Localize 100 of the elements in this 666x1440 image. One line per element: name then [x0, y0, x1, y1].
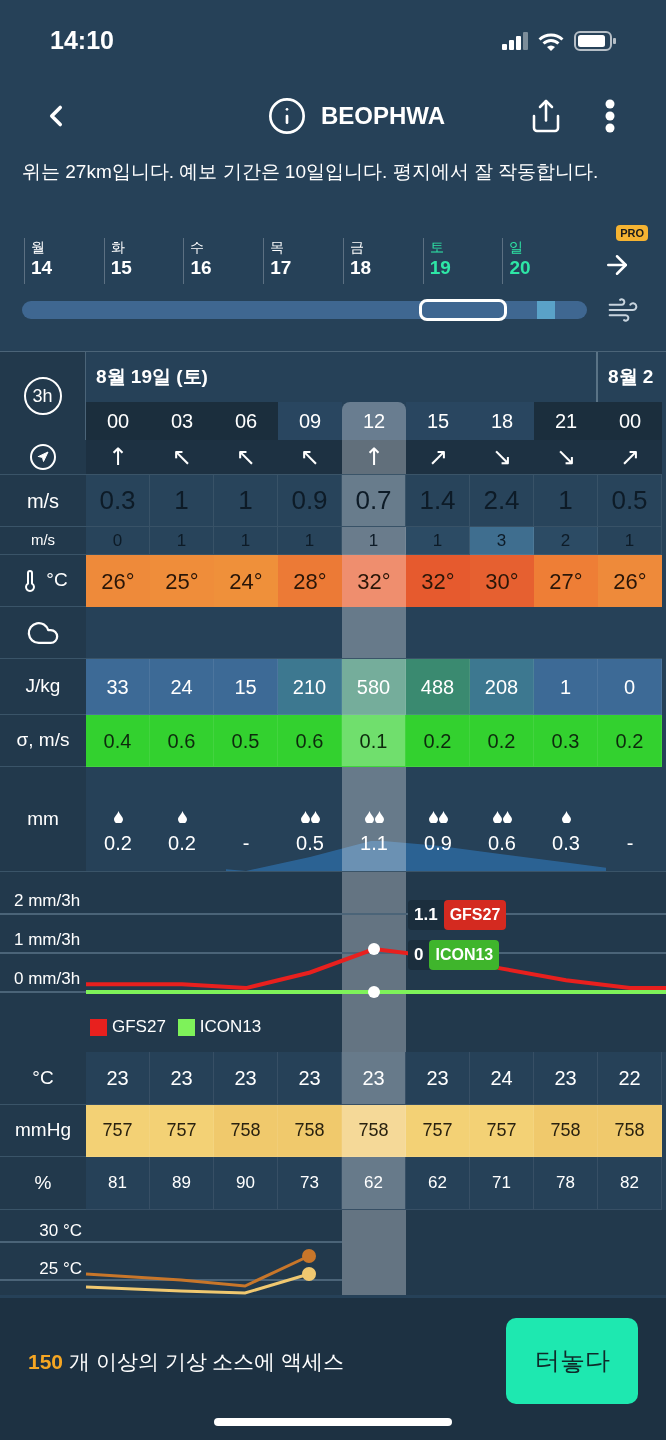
table-cell: 23 [86, 1052, 150, 1105]
table-cell: 73 [278, 1157, 342, 1210]
table-cell: 0.6 [278, 715, 342, 767]
table-cell: 0.2 [598, 715, 662, 767]
table-cell: 0.1 [342, 715, 406, 767]
table-cell: 758 [278, 1105, 342, 1157]
precipitation-value: 0.2 [104, 833, 132, 853]
raindrops-icon [492, 811, 512, 823]
status-time: 14:10 [50, 25, 114, 57]
table-cell: 757 [86, 1105, 150, 1157]
table-cell: 81 [86, 1157, 150, 1210]
axis-tick-label: 2 mm/3h [14, 892, 81, 909]
table-cell: 758 [534, 1105, 598, 1157]
compass-icon [30, 444, 56, 470]
interval-button[interactable]: 3h [23, 377, 62, 415]
raindrop-icon [177, 811, 187, 823]
axis-tick-label: 0 mm/3h [14, 970, 81, 987]
legend-label: GFS27 [112, 1016, 166, 1039]
row-unit-label: mmHg [15, 1118, 71, 1143]
table-cell: 1 [342, 527, 406, 555]
table-cell: 757 [150, 1105, 214, 1157]
row-unit-label: °C [46, 568, 68, 593]
raindrop-icon [113, 811, 123, 823]
table-cell: 1 [534, 659, 598, 715]
table-cell: 22 [598, 1052, 662, 1105]
pro-badge: PRO [616, 225, 648, 241]
table-cell: 1 [406, 527, 470, 555]
hour-cell[interactable]: 00 [598, 402, 662, 440]
table-cell: 2 [534, 527, 598, 555]
timeline-window[interactable] [418, 299, 507, 321]
table-cell: 78 [534, 1157, 598, 1210]
table-cell: 0.2 [406, 715, 470, 767]
table-cell: 488 [406, 659, 470, 715]
table-cell: 0 [598, 659, 662, 715]
table-cell: 90 [214, 1157, 278, 1210]
table-cell: 0.2 [470, 715, 534, 767]
hour-cell[interactable]: 15 [406, 402, 470, 440]
row-unit-label: % [34, 1170, 52, 1195]
precipitation-value: 0.9 [424, 833, 452, 853]
day-tab[interactable]: 일 20 [502, 238, 583, 284]
hour-cell[interactable]: 06 [214, 402, 278, 440]
table-cell: 3 [470, 527, 534, 555]
row-unit-label: σ, m/s [16, 728, 70, 753]
table-cell: 71 [470, 1157, 534, 1210]
day-tab[interactable]: 수 16 [183, 238, 264, 284]
table-cell: 32° [342, 555, 406, 607]
day-tab[interactable]: 월 14 [24, 238, 104, 284]
day-tab[interactable]: 금 18 [342, 238, 423, 284]
table-cell: 757 [406, 1105, 470, 1157]
table-cell: 23 [342, 1052, 406, 1105]
precipitation-value: - [626, 833, 634, 853]
table-cell: 26° [86, 555, 150, 607]
raindrops-icon [300, 811, 320, 823]
table-cell: 82 [598, 1157, 662, 1210]
precipitation-value: 0.3 [552, 833, 580, 853]
model-tag: GFS27 [443, 900, 507, 930]
wifi-icon [538, 31, 564, 51]
date-label: 8월 19일 (토) [96, 364, 208, 389]
precipitation-value: 0.2 [168, 833, 196, 853]
precipitation-value: - [242, 833, 250, 853]
info-icon[interactable] [267, 96, 307, 136]
timeline-track[interactable] [22, 301, 587, 319]
table-cell: 23 [278, 1052, 342, 1105]
table-cell: 758 [598, 1105, 662, 1157]
precipitation-value: 0.5 [296, 833, 324, 853]
row-unit-label: mm [27, 806, 59, 831]
unlock-button[interactable]: 터놓다 [506, 1318, 638, 1404]
tooltip-value: 1.1 [413, 904, 439, 927]
hour-cell[interactable]: 03 [150, 402, 214, 440]
day-tab[interactable]: 화 15 [103, 238, 184, 284]
table-cell: 23 [150, 1052, 214, 1105]
row-unit-label: m/s [30, 530, 56, 551]
table-cell: 25° [150, 555, 214, 607]
hour-cell[interactable]: 18 [470, 402, 534, 440]
table-cell: 0.6 [150, 715, 214, 767]
table-cell: 757 [470, 1105, 534, 1157]
day-tab[interactable]: 목 17 [263, 238, 343, 284]
axis-tick-label: 1 mm/3h [14, 931, 81, 948]
raindrop-icon [561, 811, 571, 823]
table-cell: 580 [342, 659, 406, 715]
table-cell: 758 [214, 1105, 278, 1157]
table-cell: 0.3 [534, 715, 598, 767]
table-cell: 15 [214, 659, 278, 715]
hour-cell[interactable]: 09 [278, 402, 342, 440]
hour-cell[interactable]: 21 [534, 402, 598, 440]
table-cell: 26° [598, 555, 662, 607]
model-description: 위는 27km입니다. 예보 기간은 10일입니다. 평지에서 잘 작동합니다. [21, 160, 600, 184]
location-title: BEOPHWA [321, 101, 445, 131]
table-cell: 23 [214, 1052, 278, 1105]
model-tag: ICON13 [429, 940, 500, 970]
day-tab[interactable]: 토 19 [422, 238, 503, 284]
hour-cell[interactable]: 00 [86, 402, 150, 440]
raindrops-icon [428, 811, 448, 823]
table-cell: 30° [470, 555, 534, 607]
table-cell: 28° [278, 555, 342, 607]
promo-text: 150 개 이상의 기상 소스에 액세스 [28, 1349, 345, 1375]
hour-cell[interactable]: 12 [342, 402, 406, 440]
row-unit-label: m/s [26, 488, 60, 514]
table-cell: 23 [534, 1052, 598, 1105]
table-cell: 0.7 [342, 475, 406, 527]
